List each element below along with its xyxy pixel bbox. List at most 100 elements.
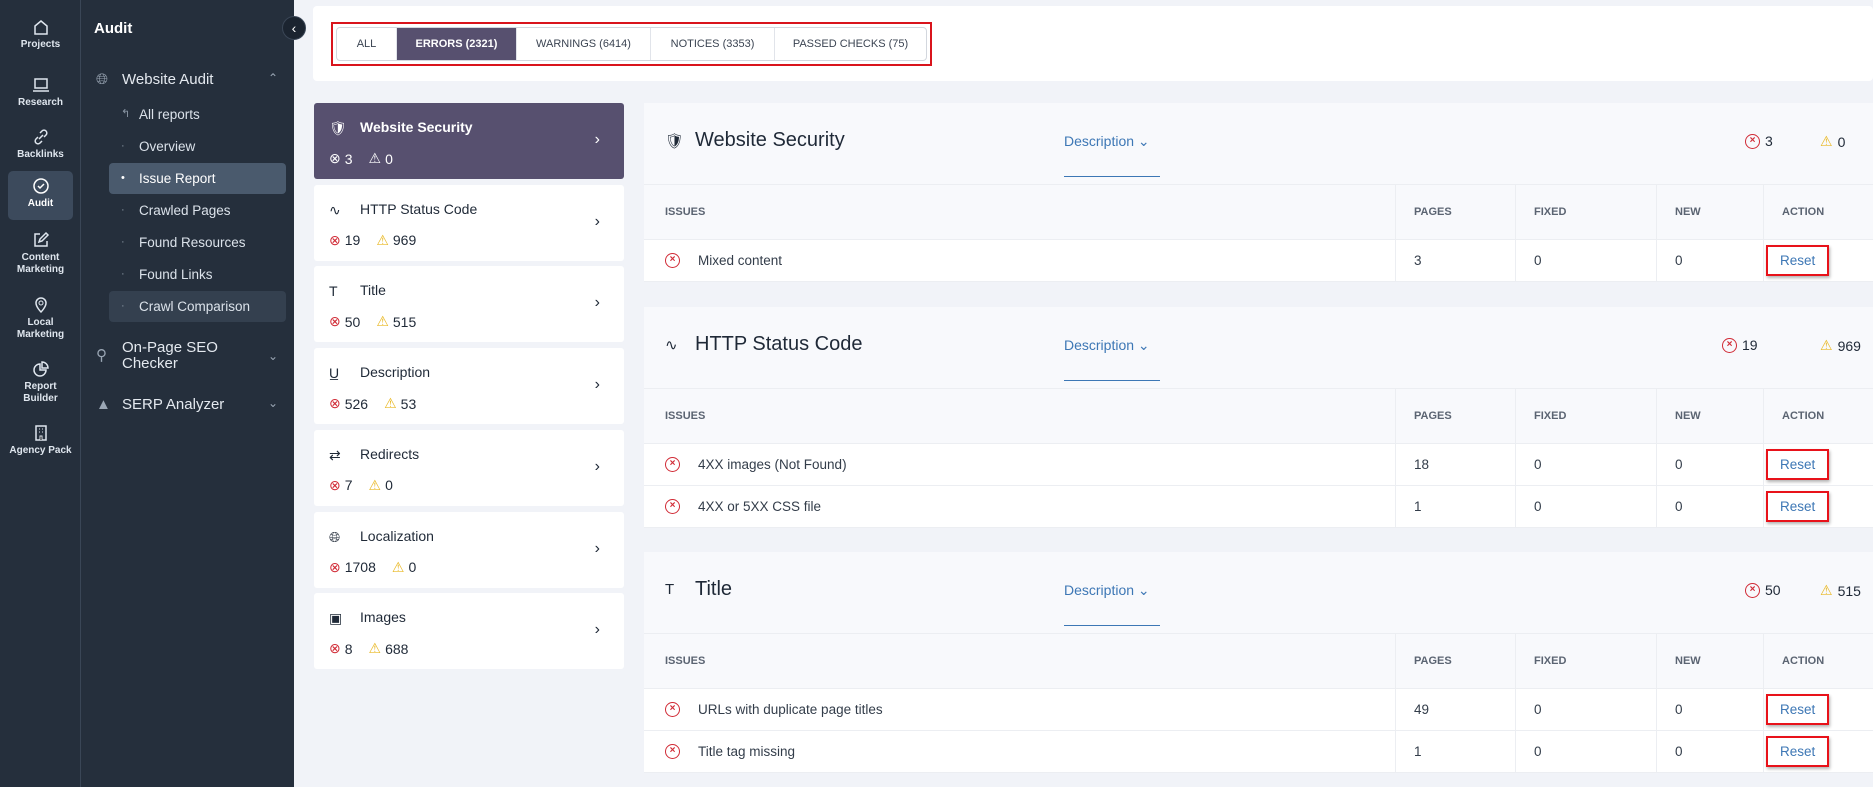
reset-button[interactable]: Reset <box>1766 245 1830 276</box>
category-card[interactable]: ▣ Images ⊗ 8 ⚠︎ 688 › <box>314 593 624 670</box>
rail-backlinks[interactable]: Backlinks <box>8 122 73 161</box>
category-card[interactable]: ⇄ Redirects ⊗ 7 ⚠︎ 0 › <box>314 429 624 506</box>
pages-cell[interactable]: 1 <box>1395 486 1515 527</box>
error-count: 3 <box>344 150 353 167</box>
pages-cell[interactable]: 3 <box>1395 240 1515 281</box>
rail-projects[interactable]: Projects <box>8 12 73 51</box>
description-label: Description <box>1064 337 1135 353</box>
category-card[interactable]: T Title ⊗ 50 ⚠︎ 515 › <box>314 266 624 343</box>
sidebar-item-found-links[interactable]: · Found Links <box>109 259 286 290</box>
rail-content-marketing[interactable]: Content Marketing <box>8 225 73 276</box>
column-header[interactable]: NEW <box>1656 185 1763 239</box>
bullet-icon: · <box>121 140 125 152</box>
column-header[interactable]: FIXED <box>1515 634 1656 688</box>
title-icon: T <box>665 581 675 598</box>
tab-passed-checks[interactable]: PASSED CHECKS (75) <box>775 28 926 60</box>
column-header[interactable]: ACTION <box>1763 634 1873 688</box>
column-header[interactable]: PAGES <box>1395 634 1515 688</box>
chevron-down-icon: ⌄ <box>1137 582 1150 598</box>
sidebar-group-serp-analyzer[interactable]: ▲ SERP Analyzer ⌄ <box>96 396 286 413</box>
sidebar-item-overview[interactable]: · Overview <box>109 131 286 162</box>
column-header[interactable]: ISSUES <box>644 185 1395 239</box>
sidebar-item-crawled-pages[interactable]: · Crawled Pages <box>109 195 286 226</box>
sidebar-item-found-resources[interactable]: · Found Resources <box>109 227 286 258</box>
chevron-down-icon: ⌄ <box>267 396 278 410</box>
tab-all[interactable]: ALL <box>337 28 397 60</box>
reset-button[interactable]: Reset <box>1766 491 1830 522</box>
rail-audit[interactable]: Audit <box>8 171 73 220</box>
sidebar-item-issue-report[interactable]: • Issue Report <box>109 163 286 194</box>
reset-button[interactable]: Reset <box>1766 694 1830 725</box>
warning-icon: ⚠︎ <box>376 313 389 330</box>
tab-notices[interactable]: NOTICES (3353) <box>651 28 775 60</box>
rail-label: Research <box>17 97 64 108</box>
warning-icon: ⚠︎ <box>368 640 382 657</box>
pages-cell[interactable]: 49 <box>1395 689 1515 730</box>
chevron-right-icon: › <box>594 539 600 557</box>
column-header[interactable]: PAGES <box>1395 389 1515 443</box>
pages-cell[interactable]: 18 <box>1395 444 1515 485</box>
sidebar-item-all-reports[interactable]: ↰ All reports <box>109 99 286 130</box>
panel-header: 🛡︎ Website Security Description ⌄ × 3 ⚠︎ 0 <box>644 103 1873 185</box>
description-toggle[interactable]: Description ⌄ <box>1064 582 1160 626</box>
sidebar-group-onpage-seo[interactable]: ⚲ On-Page SEO Checker ⌄ <box>96 340 286 372</box>
column-header[interactable]: FIXED <box>1515 389 1656 443</box>
pages-cell[interactable]: 1 <box>1395 731 1515 772</box>
rail-local-marketing[interactable]: Local Marketing <box>8 290 73 341</box>
category-card[interactable]: 🌐︎ Localization ⊗ 1708 ⚠︎ 0 › <box>314 511 624 588</box>
warning-count: 688 <box>385 640 409 657</box>
panel-warning-count: ⚠︎ 969 <box>1820 337 1861 354</box>
issue-name[interactable]: 4XX images (Not Found) <box>698 457 847 472</box>
tab-warnings[interactable]: WARNINGS (6414) <box>517 28 651 60</box>
rail-agency-pack[interactable]: Agency Pack <box>8 418 73 457</box>
column-header[interactable]: ISSUES <box>644 634 1395 688</box>
category-card[interactable]: U̲ Description ⊗ 526 ⚠︎ 53 › <box>314 348 624 425</box>
pulse-icon: ∿ <box>329 201 341 218</box>
collapse-sidebar-button[interactable]: ‹ <box>282 16 306 40</box>
chevron-right-icon: › <box>594 621 600 639</box>
count: 515 <box>1837 582 1861 599</box>
rail-report-builder[interactable]: Report Builder <box>8 354 73 405</box>
table-row: × URLs with duplicate page titles 49 0 0 … <box>644 689 1873 731</box>
rail-label: Audit <box>27 198 54 209</box>
column-header[interactable]: NEW <box>1656 389 1763 443</box>
reset-button[interactable]: Reset <box>1766 449 1830 480</box>
description-toggle[interactable]: Description ⌄ <box>1064 133 1160 177</box>
table-row: × 4XX images (Not Found) 18 0 0 Reset <box>644 444 1873 486</box>
rail-label: Local Marketing <box>16 317 65 340</box>
bullet-icon: · <box>121 236 125 248</box>
tab-errors[interactable]: ERRORS (2321) <box>397 28 517 60</box>
error-icon: × <box>665 253 680 268</box>
issue-name[interactable]: Title tag missing <box>698 744 795 759</box>
column-header[interactable]: ISSUES <box>644 389 1395 443</box>
rail-label: Report Builder <box>23 381 58 404</box>
warning-count: 515 <box>392 313 417 330</box>
error-count: 19 <box>344 232 361 249</box>
category-card[interactable]: 🛡︎ Website Security ⊗ 3 ⚠︎ 0 › <box>314 103 624 179</box>
table-row: × Mixed content 3 0 0 Reset <box>644 240 1873 282</box>
issue-name[interactable]: Mixed content <box>698 253 782 268</box>
panel-error-count: × 50 <box>1745 582 1781 598</box>
column-header[interactable]: NEW <box>1656 634 1763 688</box>
category-card[interactable]: ∿ HTTP Status Code ⊗ 19 ⚠︎ 969 › <box>314 184 624 261</box>
reset-button[interactable]: Reset <box>1766 736 1830 767</box>
issue-name[interactable]: URLs with duplicate page titles <box>698 702 883 717</box>
check-circle-icon <box>32 178 49 194</box>
column-header[interactable]: ACTION <box>1763 185 1873 239</box>
pulse-icon: ∿ <box>665 337 678 354</box>
category-counts: ⊗ 19 ⚠︎ 969 <box>329 232 416 249</box>
chevron-up-icon: ⌃ <box>267 71 278 85</box>
column-header[interactable]: ACTION <box>1763 389 1873 443</box>
panel-title: Website Security <box>695 129 845 151</box>
column-header[interactable]: PAGES <box>1395 185 1515 239</box>
panel-title: HTTP Status Code <box>695 333 863 355</box>
sidebar-group-website-audit[interactable]: 🌐︎ Website Audit ⌃ <box>96 71 286 88</box>
rail-research[interactable]: Research <box>8 70 73 109</box>
count: 0 <box>1837 133 1846 150</box>
home-icon <box>33 20 48 35</box>
redirect-icon: ⇄ <box>329 446 341 463</box>
sidebar-item-crawl-comparison[interactable]: · Crawl Comparison <box>109 291 286 322</box>
issue-name[interactable]: 4XX or 5XX CSS file <box>698 499 821 514</box>
description-toggle[interactable]: Description ⌄ <box>1064 337 1160 381</box>
column-header[interactable]: FIXED <box>1515 185 1656 239</box>
